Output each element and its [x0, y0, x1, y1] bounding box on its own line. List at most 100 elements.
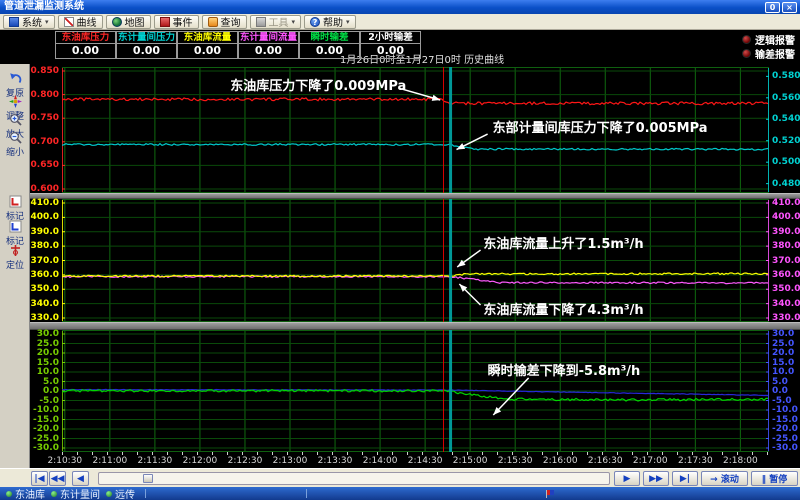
y-axis-tick-label: 360.0	[772, 270, 800, 280]
y-axis-tick-label: 410.0	[772, 198, 800, 208]
y-axis-tick-label: 25.0	[772, 339, 800, 349]
readout-value: 0.00	[238, 44, 299, 59]
status-separator	[306, 489, 307, 498]
x-axis-tick-label: 2:16:00	[540, 456, 580, 466]
y-axis-tick-label: -15.0	[30, 415, 59, 425]
menu-system-button[interactable]: 系统▾	[3, 15, 55, 29]
alarm-led-icon	[742, 35, 751, 44]
menu-system-label: 系统	[22, 14, 42, 29]
nav-pause-button[interactable]: ‖ 暂停	[751, 471, 798, 486]
annotation-text: 东部计量间库压力下降了0.005MPa	[493, 120, 708, 136]
menu-help-button[interactable]: ?帮助▾	[304, 15, 356, 29]
status-item-label: 东油库	[15, 486, 45, 500]
x-axis-tick-label: 2:12:00	[180, 456, 220, 466]
y-axis-tick-label: 10.0	[30, 367, 59, 377]
nav-first-button[interactable]: |◀	[31, 471, 48, 486]
y-axis-tick-label: 350.0	[30, 284, 59, 294]
event-cursor-line	[443, 199, 444, 322]
y-axis-tick-label: 5.0	[30, 377, 59, 387]
window-controls: 0×	[765, 0, 800, 14]
nav-last-button[interactable]: ▶|	[672, 471, 698, 486]
menu-curve-button[interactable]: 曲线	[58, 15, 103, 29]
status-item-2[interactable]: 东计量间	[51, 486, 100, 500]
curve-icon	[64, 17, 74, 27]
map-icon	[112, 17, 122, 27]
event-cursor-line	[443, 67, 444, 193]
status-item-1[interactable]: 东油库	[6, 486, 45, 500]
y-axis-tick-label: 380.0	[30, 241, 59, 251]
annotation-arrow-icon	[432, 95, 441, 101]
readout-3: 东油库流量0.00	[177, 31, 238, 59]
readout-value: 0.00	[116, 44, 177, 59]
app-window: 管道泄漏监测系统 0× 系统▾曲线地图事件查询工具▾?帮助▾ 1月26日0时至1…	[0, 0, 800, 500]
status-led-icon	[51, 491, 57, 497]
readout-label: 东油库流量	[177, 31, 238, 44]
menu-event-label: 事件	[173, 14, 193, 29]
window-title: 管道泄漏监测系统	[4, 0, 84, 14]
y-axis-tick-label: 25.0	[30, 339, 59, 349]
status-flag-icon	[545, 489, 555, 499]
sidebar-zoom-out-button[interactable]: 缩小	[0, 129, 30, 158]
x-axis-tick-label: 2:12:30	[225, 456, 265, 466]
x-axis-tick-label: 2:17:00	[630, 456, 670, 466]
menu-tools-button[interactable]: 工具▾	[250, 15, 302, 29]
chart-region: 复原调整放大缩小标记标记定位 -2.82 东油库压力下降了0.009MPa东部计…	[0, 64, 800, 468]
readout-2: 东计量间压力0.00	[116, 31, 177, 59]
annotation-text: 东油库流量上升了1.5m³/h	[483, 236, 643, 252]
y-axis-tick-label: 0.800	[30, 90, 59, 100]
y-axis-tick-label: 0.0	[772, 386, 800, 396]
mark-red-icon	[9, 193, 22, 212]
y-axis-tick-label: 20.0	[30, 348, 59, 358]
y-axis-tick-label: 370.0	[30, 256, 59, 266]
y-axis-tick-label: 5.0	[772, 377, 800, 387]
time-scrollbar[interactable]	[98, 472, 610, 485]
sidebar-button-label: 缩小	[0, 148, 30, 158]
time-scrollbar-thumb[interactable]	[143, 474, 153, 483]
status-led-icon	[6, 491, 12, 497]
nav-fast-back-button[interactable]: ◀◀	[49, 471, 66, 486]
menu-event-button[interactable]: 事件	[154, 15, 199, 29]
readout-value: 0.00	[360, 44, 421, 59]
y-axis-tick-label: 330.0	[30, 313, 59, 323]
readout-value: 0.00	[55, 44, 116, 59]
minimize-button[interactable]: 0	[765, 2, 780, 13]
zoom-in-icon	[9, 111, 22, 130]
x-axis-tickmarks	[62, 452, 769, 455]
y-axis-tick-label: 410.0	[30, 198, 59, 208]
x-axis-tick-label: 2:17:30	[675, 456, 715, 466]
y-axis-tick-label: 0.560	[772, 93, 800, 103]
alarm-indicator-2: 输差报警	[742, 46, 795, 61]
nav-back-button[interactable]: ◀	[72, 471, 89, 486]
panel-divider	[30, 322, 800, 330]
chart-panel-pressure: 东油库压力下降了0.009MPa东部计量间库压力下降了0.005MPa	[62, 67, 769, 193]
x-axis-tick-label: 2:11:30	[135, 456, 175, 466]
tools-icon	[256, 17, 266, 27]
close-button[interactable]: ×	[782, 2, 797, 13]
y-axis-tick-label: 370.0	[772, 256, 800, 266]
nav-forward-button[interactable]: ▶	[614, 471, 640, 486]
readout-1: 东油库压力0.00	[55, 31, 116, 59]
nav-scroll-button[interactable]: → 滚动	[701, 471, 748, 486]
sidebar-locate-button[interactable]: 定位	[0, 242, 30, 271]
dropdown-arrow-icon: ▾	[45, 18, 49, 26]
y-axis-tick-label: 30.0	[772, 329, 800, 339]
y-axis-tick-label: 0.580	[772, 71, 800, 81]
x-axis-tick-label: 2:11:00	[90, 456, 130, 466]
x-axis-tick-label: 2:14:30	[405, 456, 445, 466]
y-axis-tick-label: 30.0	[30, 329, 59, 339]
x-axis-tick-label: 2:10:30	[45, 456, 85, 466]
y-axis-tick-label: 360.0	[30, 270, 59, 280]
y-axis-tick-label: 350.0	[772, 284, 800, 294]
nav-fast-forward-button[interactable]: ▶▶	[643, 471, 669, 486]
y-axis-tick-label: -20.0	[30, 424, 59, 434]
sidebar-button-label: 定位	[0, 261, 30, 271]
dropdown-arrow-icon: ▾	[292, 18, 296, 26]
menu-query-button[interactable]: 查询	[202, 15, 247, 29]
readout-6: 2小时输差0.00	[360, 31, 421, 59]
readout-label: 东计量间压力	[116, 31, 177, 44]
x-axis-tick-label: 2:16:30	[585, 456, 625, 466]
status-item-3[interactable]: 远传	[106, 486, 135, 500]
menu-map-button[interactable]: 地图	[106, 15, 151, 29]
readout-value: 0.00	[177, 44, 238, 59]
y-axis-tick-label: -25.0	[772, 434, 800, 444]
